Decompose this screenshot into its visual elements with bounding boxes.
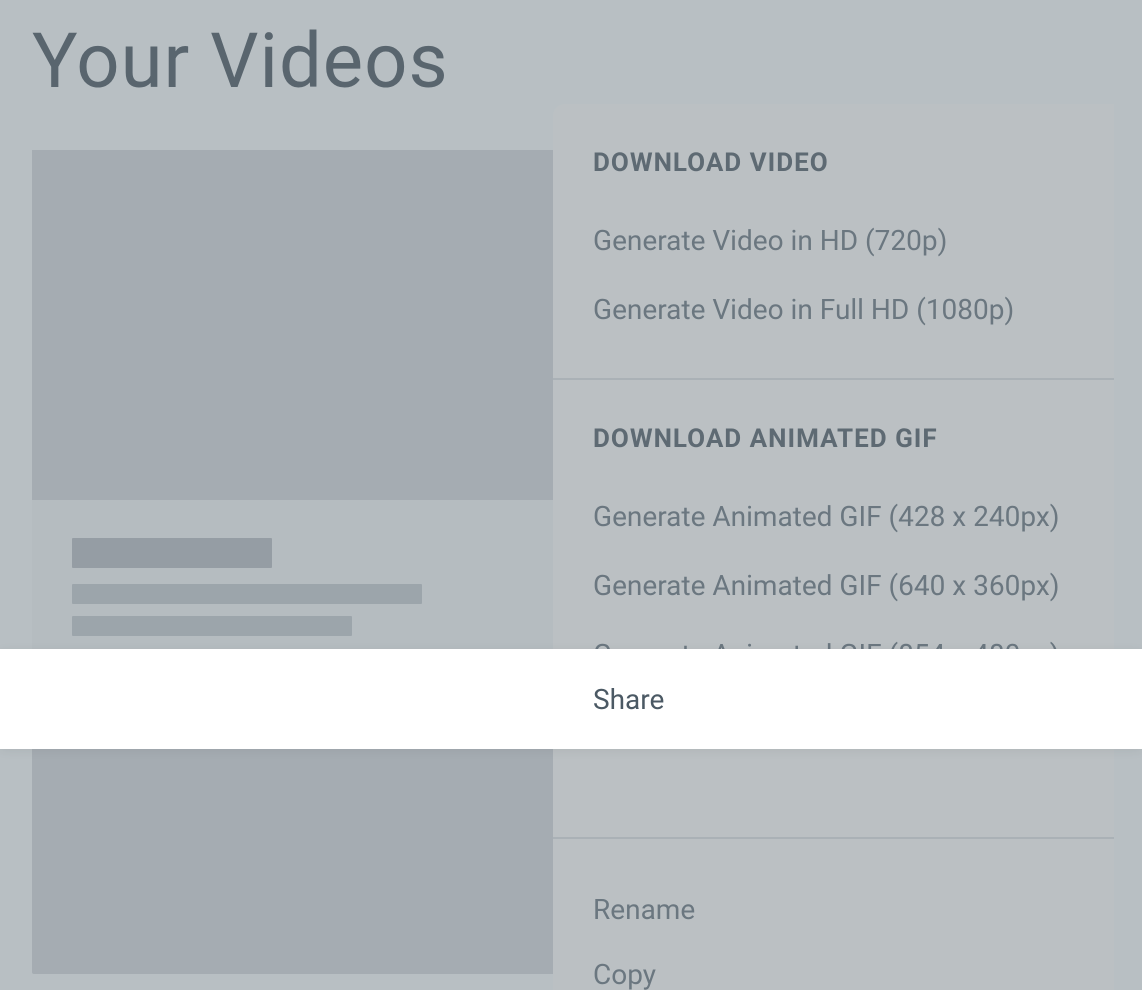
skeleton-line [72,616,352,636]
video-meta [32,500,554,674]
skeleton-line [72,584,422,604]
menu-item-gif-428[interactable]: Generate Animated GIF (428 x 240px) [593,482,1074,551]
menu-section-header: DOWNLOAD ANIMATED GIF [593,424,1074,454]
menu-item-generate-hd[interactable]: Generate Video in HD (720p) [593,206,1074,275]
skeleton-title [72,538,272,568]
menu-item-gif-640[interactable]: Generate Animated GIF (640 x 360px) [593,551,1074,620]
menu-section-header: DOWNLOAD VIDEO [593,148,1074,178]
menu-item-copy[interactable]: Copy [593,942,1074,990]
menu-section-download-video: DOWNLOAD VIDEO Generate Video in HD (720… [553,104,1114,380]
menu-item-generate-fullhd[interactable]: Generate Video in Full HD (1080p) [593,275,1074,344]
menu-section-actions: Rename Copy Move to Folder [553,839,1114,990]
video-card[interactable] [32,150,554,674]
context-menu: DOWNLOAD VIDEO Generate Video in HD (720… [553,104,1114,990]
page-title: Your Videos [32,16,1110,106]
menu-item-share-label: Share [593,683,664,716]
video-thumbnail[interactable] [32,150,554,500]
menu-item-share-highlight[interactable]: Share [0,649,1142,749]
menu-item-rename[interactable]: Rename [593,877,1074,942]
